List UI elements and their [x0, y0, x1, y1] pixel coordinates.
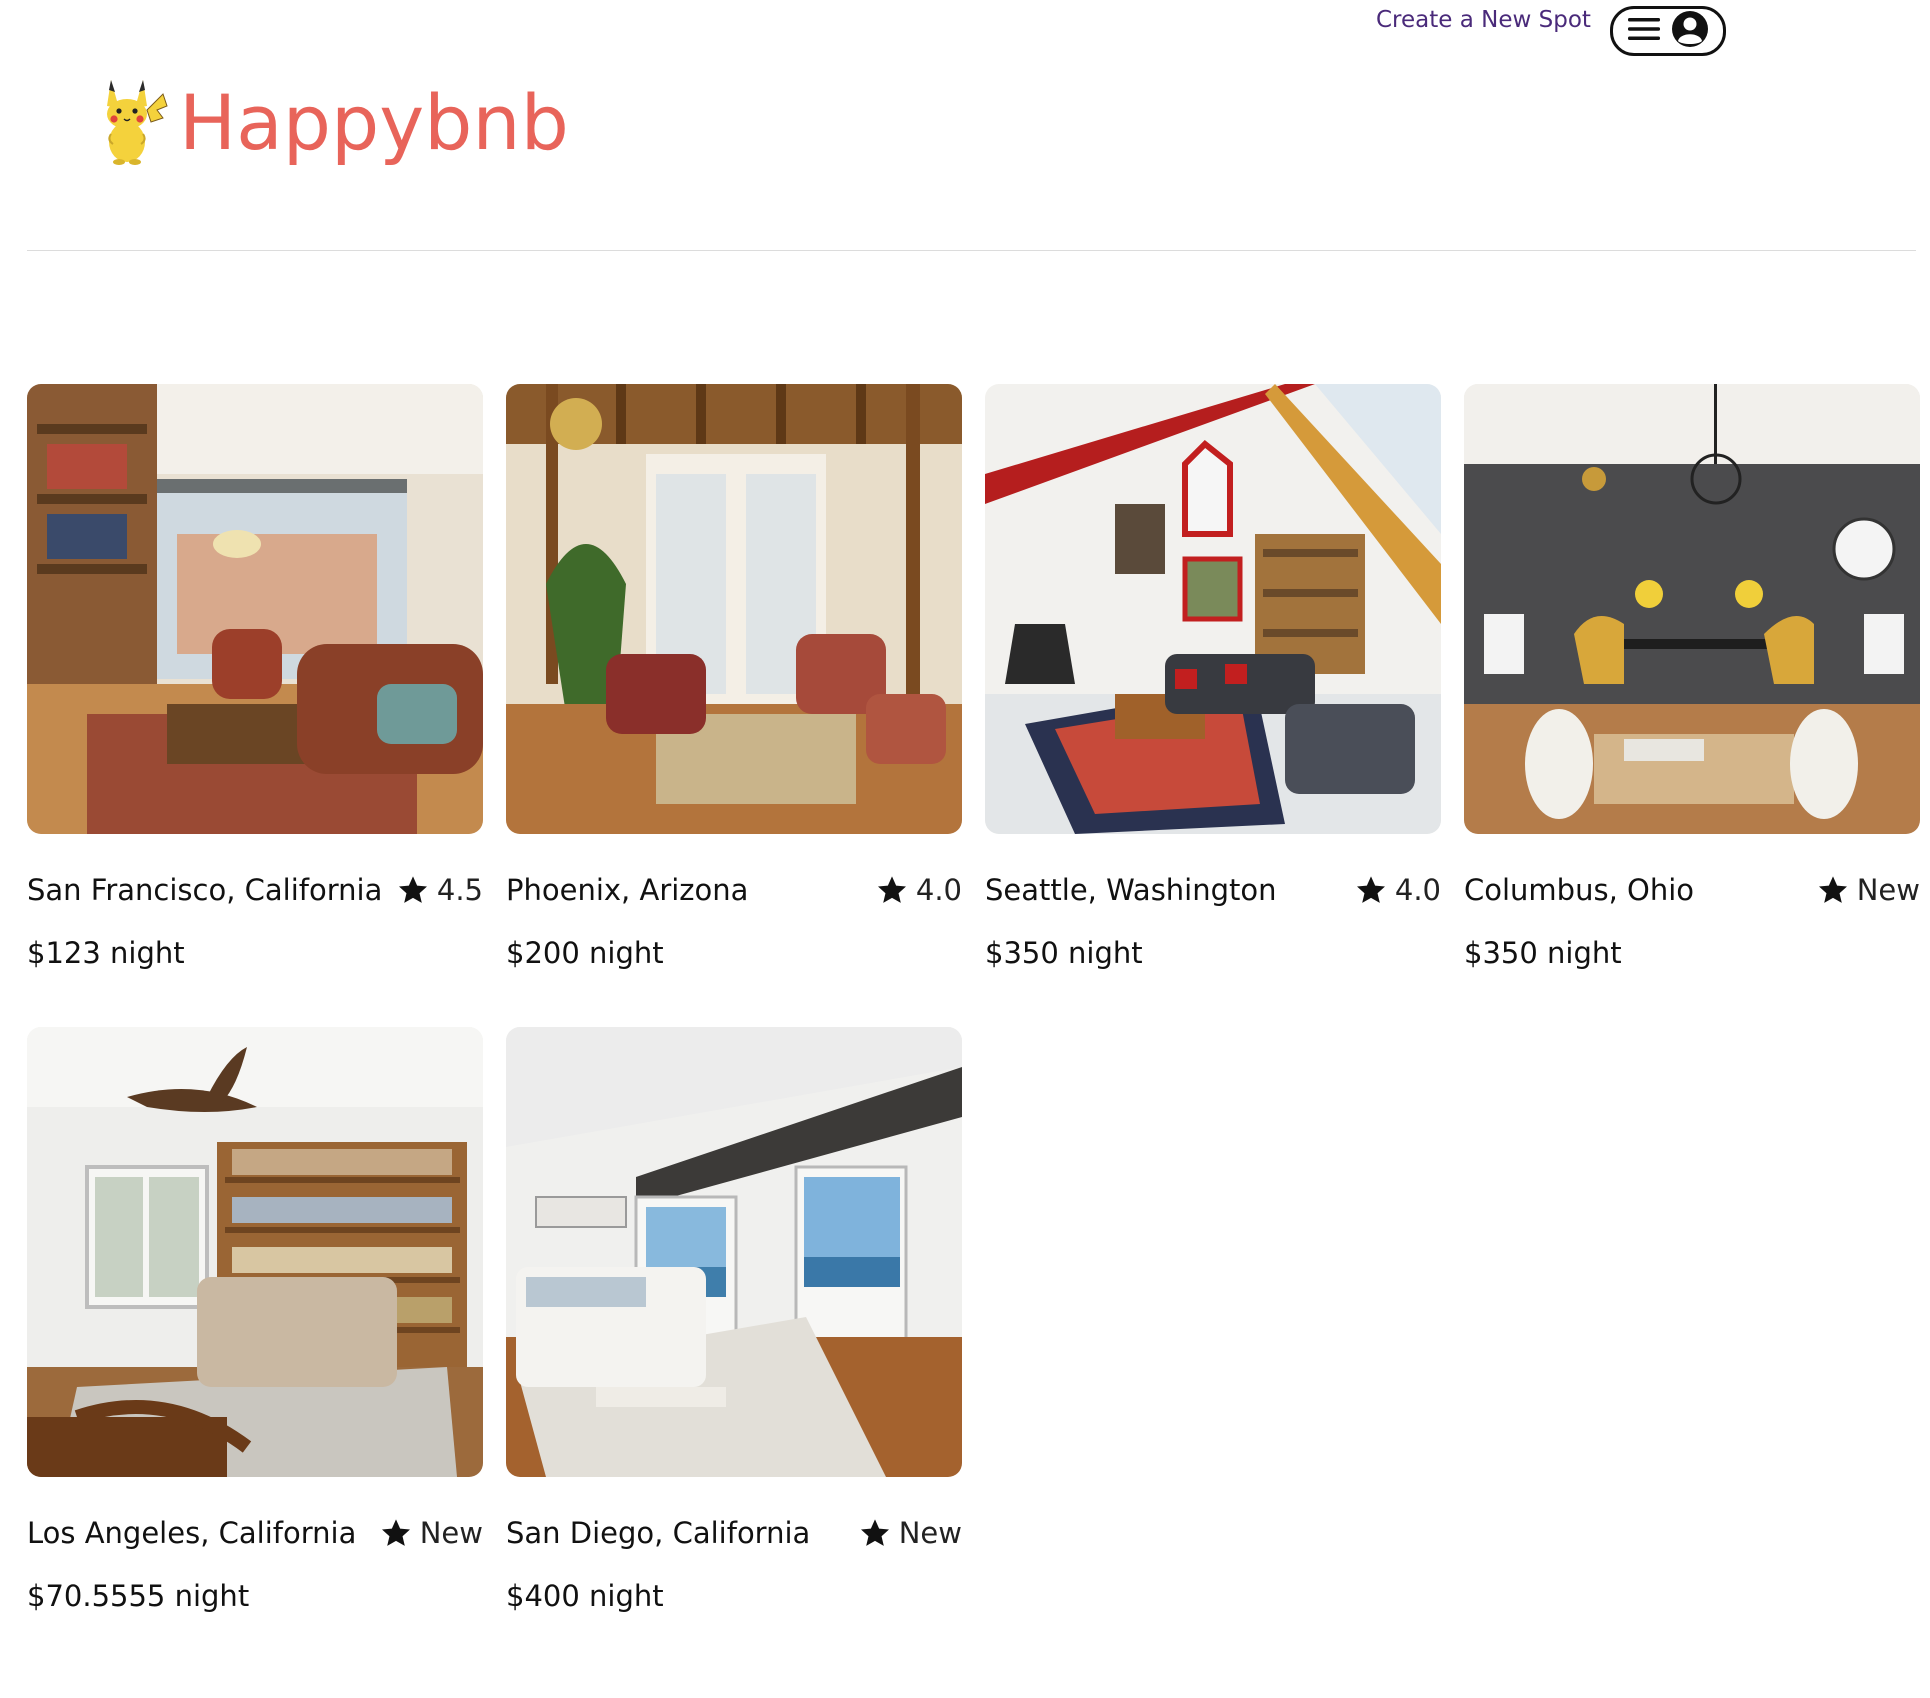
logo[interactable]: Happybnb [97, 74, 569, 171]
spot-card[interactable]: Phoenix, Arizona 4.0 $200 night [506, 384, 962, 970]
spot-rating: New [380, 1516, 483, 1550]
spot-rating: 4.5 [397, 873, 483, 907]
spot-rating-value: 4.0 [915, 873, 962, 907]
spot-price: $123 night [27, 936, 185, 970]
spot-rating-value: 4.5 [436, 873, 483, 907]
star-icon [877, 876, 906, 903]
spot-rating-value: 4.0 [1394, 873, 1441, 907]
create-spot-link[interactable]: Create a New Spot [1376, 7, 1591, 33]
header-divider [27, 250, 1916, 251]
user-circle-icon [1671, 10, 1709, 53]
star-icon [860, 1519, 889, 1546]
spot-image [506, 1027, 962, 1477]
spot-rating: 4.0 [1355, 873, 1441, 907]
spot-city: Seattle, Washington [985, 873, 1277, 907]
star-icon [398, 876, 427, 903]
spot-image [27, 384, 483, 834]
star-icon [381, 1519, 410, 1546]
spot-card[interactable]: Seattle, Washington 4.0 $350 night [985, 384, 1441, 970]
spot-city: Los Angeles, California [27, 1516, 357, 1550]
spot-rating-value: New [898, 1516, 962, 1550]
pikachu-logo-icon [97, 74, 169, 171]
spot-rating-value: New [419, 1516, 483, 1550]
spot-price: $350 night [1464, 936, 1622, 970]
spot-image [985, 384, 1441, 834]
spot-price: $200 night [506, 936, 664, 970]
spot-card[interactable]: Los Angeles, California New $70.5555 nig… [27, 1027, 483, 1613]
spot-city: San Francisco, California [27, 873, 383, 907]
spot-rating: New [859, 1516, 962, 1550]
spot-card[interactable]: Columbus, Ohio New $350 night [1464, 384, 1920, 970]
star-icon [1818, 876, 1847, 903]
spot-city: Phoenix, Arizona [506, 873, 749, 907]
spot-card[interactable]: San Diego, California New $400 night [506, 1027, 962, 1613]
spot-rating: New [1817, 873, 1920, 907]
spot-card[interactable]: San Francisco, California 4.5 $123 night [27, 384, 483, 970]
spot-image [506, 384, 962, 834]
spot-image [27, 1027, 483, 1477]
hamburger-icon [1627, 15, 1661, 48]
spot-city: Columbus, Ohio [1464, 873, 1695, 907]
spot-price: $70.5555 night [27, 1579, 250, 1613]
spot-rating-value: New [1856, 873, 1920, 907]
spot-price: $400 night [506, 1579, 664, 1613]
spot-city: San Diego, California [506, 1516, 811, 1550]
star-icon [1356, 876, 1385, 903]
spot-image [1464, 384, 1920, 834]
spot-price: $350 night [985, 936, 1143, 970]
profile-menu-button[interactable] [1610, 6, 1726, 56]
logo-title: Happybnb [179, 78, 569, 167]
spot-rating: 4.0 [876, 873, 962, 907]
page: Create a New Spot Happybnb San Francisco… [0, 0, 1930, 1698]
